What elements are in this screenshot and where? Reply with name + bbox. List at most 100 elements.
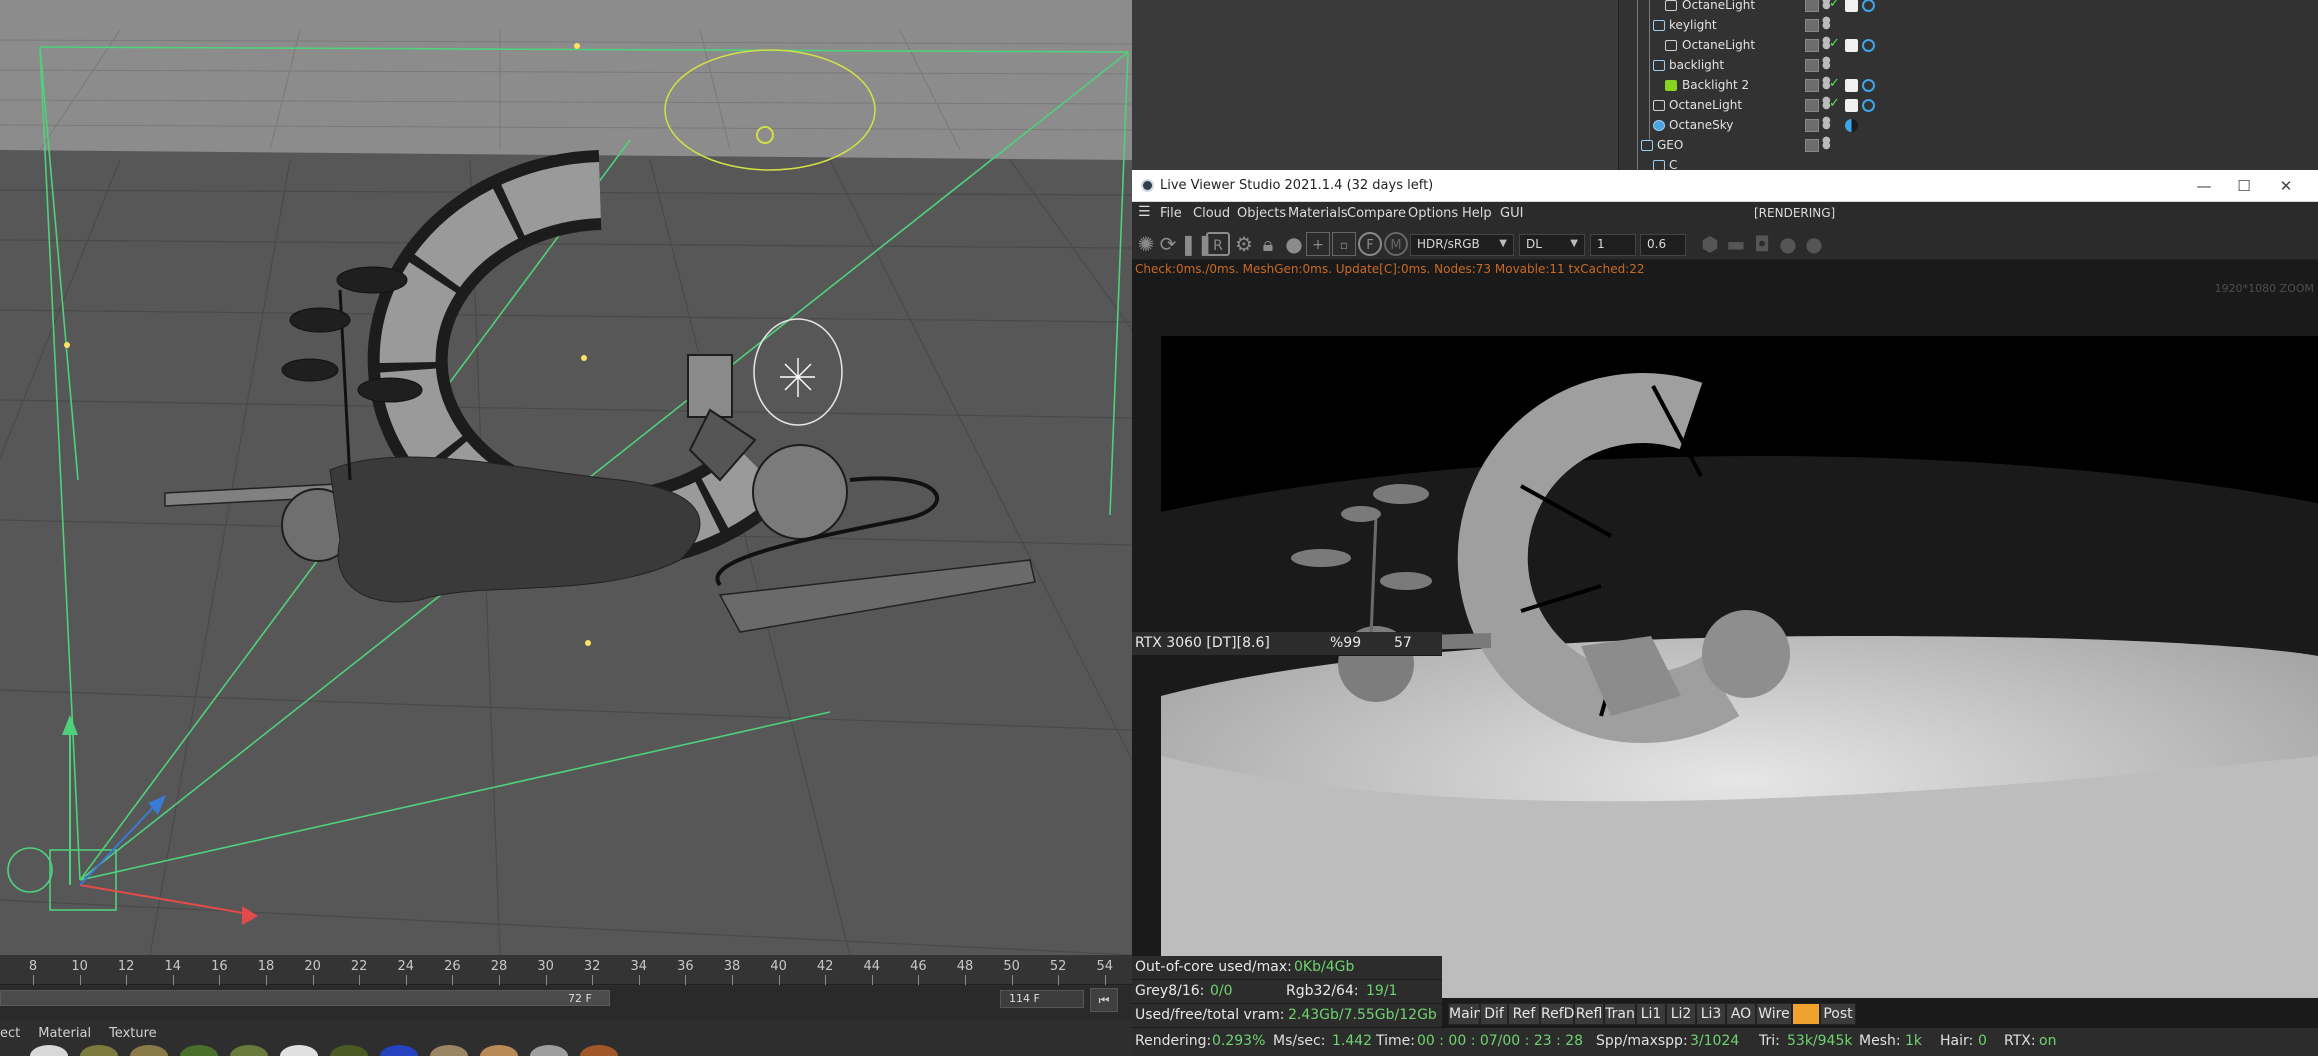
environment-tag-icon[interactable] bbox=[1845, 119, 1858, 132]
material-tab-texture[interactable]: Texture bbox=[109, 1026, 157, 1041]
visibility-toggle[interactable] bbox=[1805, 39, 1819, 52]
pass-tab-post[interactable]: Post bbox=[1820, 1003, 1856, 1025]
object-row[interactable]: backlight ● ● bbox=[1619, 56, 2318, 76]
focus-picker-icon[interactable]: F bbox=[1358, 232, 1382, 256]
menu-help[interactable]: Help bbox=[1462, 206, 1492, 221]
pass-tab-ao[interactable]: AO bbox=[1726, 1003, 1756, 1025]
material-thumbnail[interactable] bbox=[430, 1045, 468, 1056]
menu-gui[interactable]: GUI bbox=[1500, 206, 1523, 221]
object-row[interactable]: OctaneSky ● ● bbox=[1619, 116, 2318, 136]
target-tag-icon[interactable] bbox=[1862, 99, 1875, 112]
enabled-check-icon[interactable]: ✓ bbox=[1829, 36, 1840, 51]
pass-tab-li3[interactable]: Li3 bbox=[1696, 1003, 1726, 1025]
object-row[interactable]: Backlight 2 ● ● ✓ bbox=[1619, 76, 2318, 96]
pass-tab-dif[interactable]: Dif bbox=[1480, 1003, 1508, 1025]
menu-cloud[interactable]: Cloud bbox=[1193, 206, 1230, 221]
target-tag-icon[interactable] bbox=[1862, 39, 1875, 52]
material-thumbnail[interactable] bbox=[30, 1045, 68, 1056]
clay-icon[interactable]: ⬢ bbox=[1698, 232, 1722, 256]
object-row[interactable]: GEO ● ● bbox=[1619, 136, 2318, 156]
circle-icon[interactable]: ● bbox=[1776, 232, 1800, 256]
menu-objects[interactable]: Objects bbox=[1237, 206, 1286, 221]
timeline-ruler[interactable]: 8 10 12 14 16 18 20 22 24 26 28 30 32 34 36 38 40 42 44 46 4… bbox=[0, 955, 1132, 985]
maximize-button[interactable]: ☐ bbox=[2224, 175, 2264, 197]
pass-tab-tran[interactable]: Tran bbox=[1604, 1003, 1636, 1025]
object-row[interactable]: OctaneLight ● ● ✓ bbox=[1619, 36, 2318, 56]
visibility-toggle[interactable] bbox=[1805, 99, 1819, 112]
visibility-toggle[interactable] bbox=[1805, 59, 1819, 72]
render-dots[interactable]: ● ● bbox=[1822, 96, 1831, 114]
tag-icon[interactable] bbox=[1845, 99, 1858, 112]
current-frame-field[interactable]: 114 F bbox=[1000, 990, 1084, 1008]
material-sphere-icon[interactable]: ● bbox=[1282, 232, 1306, 256]
object-row[interactable]: keylight ● ● bbox=[1619, 16, 2318, 36]
object-row[interactable]: OctaneLight ● ● ✓ bbox=[1619, 0, 2318, 16]
settings-gear-icon[interactable]: ⚙ bbox=[1232, 232, 1256, 256]
object-row[interactable]: OctaneLight ● ● ✓ bbox=[1619, 96, 2318, 116]
pass-tab-li1[interactable]: Li1 bbox=[1636, 1003, 1666, 1025]
send-scene-icon[interactable]: ✺ bbox=[1134, 232, 1158, 256]
material-thumbnail[interactable] bbox=[380, 1045, 418, 1056]
color-space-select[interactable]: HDR/sRGB ▼ bbox=[1410, 234, 1514, 256]
pass-tab-wire[interactable]: Wire bbox=[1756, 1003, 1792, 1025]
menu-file[interactable]: File bbox=[1160, 206, 1182, 221]
range-slider[interactable] bbox=[0, 990, 610, 1006]
add-icon[interactable]: + bbox=[1306, 232, 1330, 256]
lock-icon[interactable]: 🔒︎ bbox=[1256, 232, 1280, 256]
render-preview[interactable] bbox=[1161, 336, 2318, 998]
material-tab-material[interactable]: Material bbox=[38, 1026, 91, 1041]
render-dots[interactable]: ● ● bbox=[1822, 16, 1831, 34]
pass-tab-li2[interactable]: Li2 bbox=[1666, 1003, 1696, 1025]
circle-icon[interactable]: ● bbox=[1802, 232, 1826, 256]
material-thumbnail[interactable] bbox=[580, 1045, 618, 1056]
value-a-stepper[interactable]: 1 bbox=[1590, 234, 1636, 256]
tag-icon[interactable] bbox=[1845, 0, 1858, 12]
menu-options[interactable]: Options bbox=[1408, 206, 1458, 221]
pass-tab-ref[interactable]: Ref bbox=[1508, 1003, 1540, 1025]
material-thumbnail[interactable] bbox=[180, 1045, 218, 1056]
material-tab-object[interactable]: ect bbox=[0, 1026, 20, 1041]
tag-icon[interactable] bbox=[1845, 79, 1858, 92]
material-thumbnail[interactable] bbox=[480, 1045, 518, 1056]
material-thumbnail[interactable] bbox=[280, 1045, 318, 1056]
render-dots[interactable]: ● ● bbox=[1822, 56, 1831, 74]
3d-viewport[interactable] bbox=[0, 0, 1132, 955]
visibility-toggle[interactable] bbox=[1805, 19, 1819, 32]
minimize-button[interactable]: — bbox=[2184, 175, 2224, 197]
render-dots[interactable]: ● ● bbox=[1822, 136, 1831, 154]
pass-tab-refd[interactable]: RefD bbox=[1540, 1003, 1574, 1025]
render-dots[interactable]: ● ● bbox=[1822, 116, 1831, 134]
target-tag-icon[interactable] bbox=[1862, 79, 1875, 92]
region-render-icon[interactable]: R bbox=[1206, 232, 1230, 256]
hamburger-menu-icon[interactable]: ☰ bbox=[1138, 204, 1151, 220]
material-thumbnail[interactable] bbox=[330, 1045, 368, 1056]
enabled-check-icon[interactable]: ✓ bbox=[1829, 76, 1840, 91]
menu-materials[interactable]: Materials bbox=[1288, 206, 1348, 221]
goto-start-icon[interactable]: ⏮ bbox=[1090, 988, 1118, 1012]
visibility-toggle[interactable] bbox=[1805, 79, 1819, 92]
pass-tab-z[interactable]: Z bbox=[1792, 1003, 1820, 1025]
value-b-stepper[interactable]: 0.6 bbox=[1640, 234, 1686, 256]
material-thumbnail[interactable] bbox=[230, 1045, 268, 1056]
enabled-check-icon[interactable]: ✓ bbox=[1829, 96, 1840, 111]
visibility-toggle[interactable] bbox=[1805, 139, 1819, 152]
enabled-check-icon[interactable]: ✓ bbox=[1829, 0, 1840, 11]
render-dots[interactable]: ● ● bbox=[1822, 0, 1831, 14]
close-button[interactable]: ✕ bbox=[2266, 175, 2306, 197]
render-dots[interactable]: ● ● bbox=[1822, 76, 1831, 94]
region-icon[interactable]: ▫ bbox=[1332, 232, 1356, 256]
render-dots[interactable]: ● ● bbox=[1822, 36, 1831, 54]
live-viewer-titlebar[interactable]: Live Viewer Studio 2021.1.4 (32 days lef… bbox=[1132, 170, 2318, 202]
camera-icon[interactable]: ◘ bbox=[1750, 232, 1774, 256]
target-tag-icon[interactable] bbox=[1862, 0, 1875, 12]
visibility-toggle[interactable] bbox=[1805, 119, 1819, 132]
menu-compare[interactable]: Compare bbox=[1347, 206, 1406, 221]
pass-tab-refl[interactable]: Refl bbox=[1574, 1003, 1604, 1025]
refresh-icon[interactable]: ⟳ bbox=[1156, 232, 1180, 256]
pause-icon[interactable]: ❚❚ bbox=[1180, 232, 1214, 256]
material-thumbnail[interactable] bbox=[530, 1045, 568, 1056]
material-picker-icon[interactable]: M bbox=[1384, 232, 1408, 256]
material-thumbnail[interactable] bbox=[80, 1045, 118, 1056]
material-thumbnail[interactable] bbox=[130, 1045, 168, 1056]
visibility-toggle[interactable] bbox=[1805, 0, 1819, 12]
